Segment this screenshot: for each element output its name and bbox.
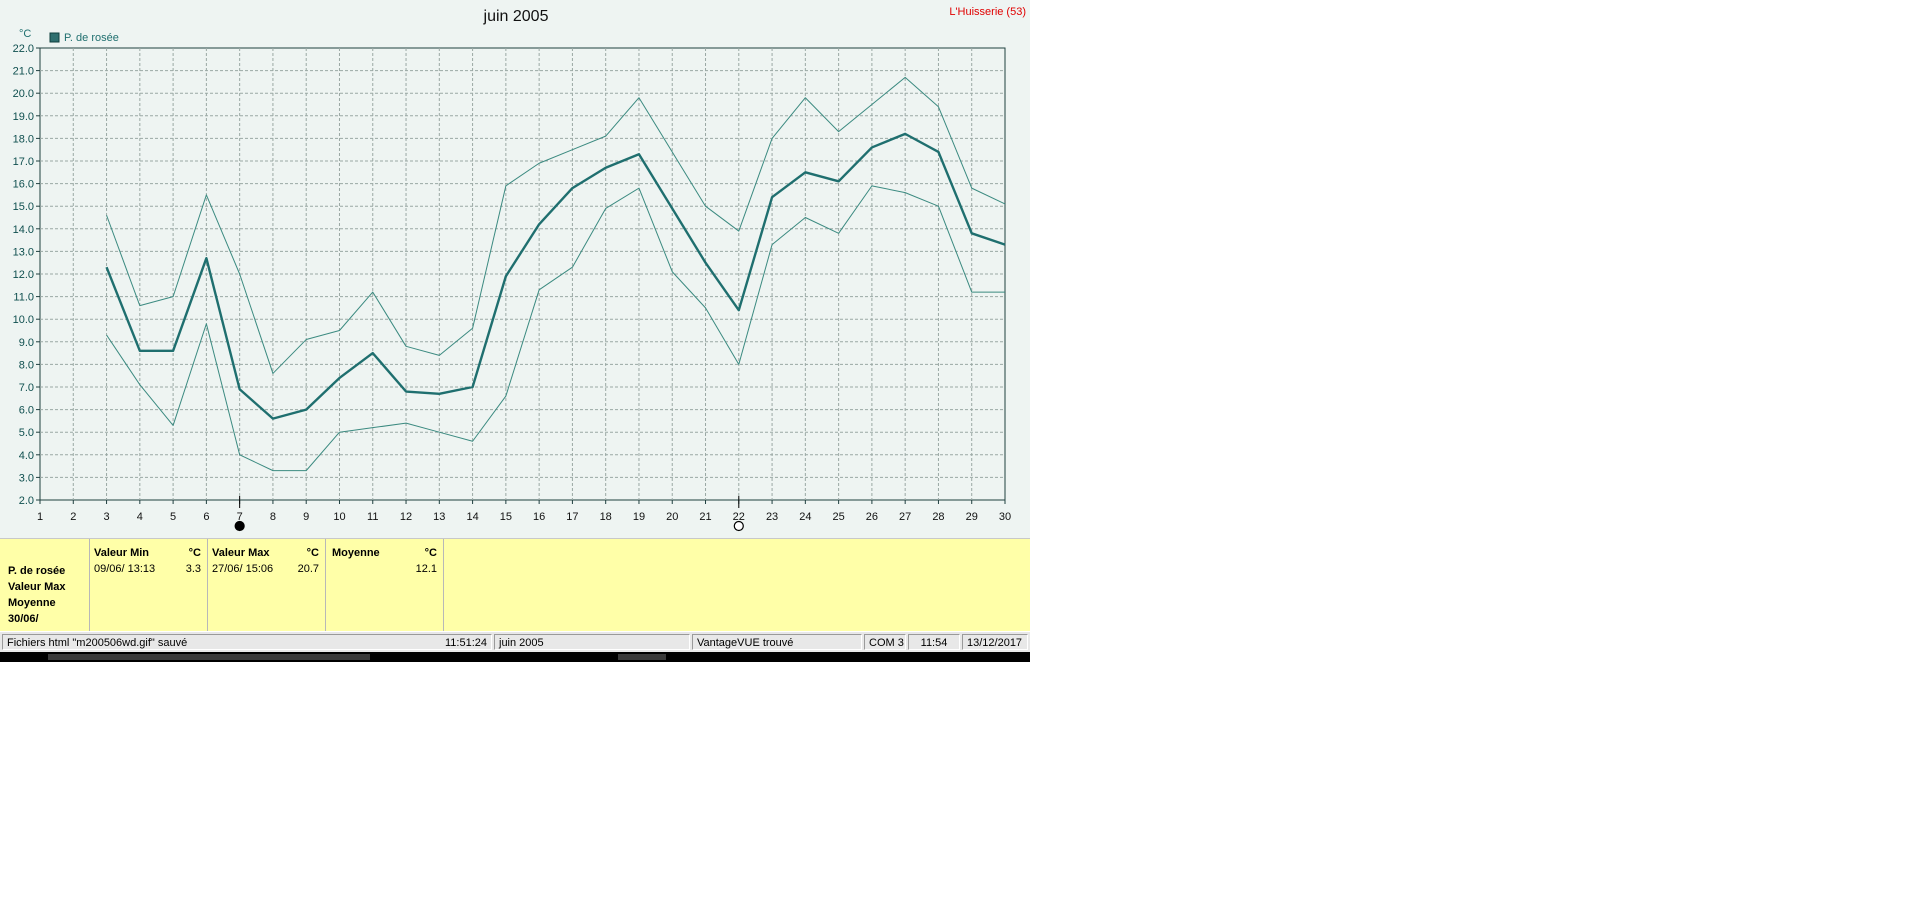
taskbar-button[interactable]	[618, 654, 666, 660]
status-bar: Fichiers html "m200506wd.gif" sauvé 11:5…	[0, 632, 1030, 652]
x-tick-label: 28	[932, 511, 944, 523]
x-tick-label: 15	[500, 511, 512, 523]
status-device: VantageVUE trouvé	[692, 634, 862, 650]
row-label-date: 30/06/	[8, 613, 39, 625]
x-tick-label: 25	[832, 511, 844, 523]
y-tick-label: 13.0	[13, 246, 34, 258]
x-tick-label: 10	[333, 511, 345, 523]
y-tick-label: 7.0	[19, 382, 34, 394]
x-tick-label: 24	[799, 511, 811, 523]
x-tick-label: 26	[866, 511, 878, 523]
min-value-box: Valeur Min °C 09/06/ 13:13 3.3	[90, 539, 208, 631]
y-tick-label: 20.0	[13, 88, 34, 100]
row-label-mean: Moyenne	[8, 597, 56, 609]
min-date: 09/06/ 13:13	[94, 563, 156, 575]
x-tick-label: 16	[533, 511, 545, 523]
x-tick-label: 11	[367, 511, 378, 523]
station-name: L'Huisserie (53)	[949, 6, 1026, 18]
max-header: Valeur Max	[212, 547, 270, 559]
chart-title: juin 2005	[483, 8, 549, 25]
max-unit: °C	[306, 547, 319, 559]
y-tick-label: 14.0	[13, 224, 34, 236]
taskbar-button[interactable]	[48, 654, 370, 660]
status-message: Fichiers html "m200506wd.gif" sauvé 11:5…	[2, 634, 492, 650]
x-tick-label: 1	[37, 511, 43, 523]
stats-panel: P. de rosée Valeur Max Moyenne 30/06/ Va…	[0, 538, 1030, 631]
x-tick-label: 3	[103, 511, 109, 523]
status-period: juin 2005	[494, 634, 690, 650]
y-tick-label: 3.0	[19, 472, 34, 484]
mean-value-box: Moyenne °C 12.1	[326, 539, 444, 631]
x-tick-label: 4	[137, 511, 143, 523]
x-tick-label: 21	[699, 511, 711, 523]
series-line-mean	[105, 132, 1006, 420]
stats-row-labels-box: P. de rosée Valeur Max Moyenne 30/06/	[0, 539, 90, 631]
y-tick-label: 17.0	[13, 156, 34, 168]
weather-app-window: juin 2005 L'Huisserie (53) °C P. de rosé…	[0, 0, 1030, 662]
x-tick-label: 20	[666, 511, 678, 523]
status-port: COM 3	[864, 634, 906, 650]
x-tick-label: 30	[999, 511, 1011, 523]
x-tick-label: 6	[203, 511, 209, 523]
status-date: 13/12/2017	[962, 634, 1028, 650]
y-axis-unit: °C	[19, 28, 31, 40]
chart-area: juin 2005 L'Huisserie (53) °C P. de rosé…	[0, 0, 1030, 538]
y-tick-label: 19.0	[13, 111, 34, 123]
y-tick-label: 8.0	[19, 359, 34, 371]
x-tick-label: 17	[566, 511, 578, 523]
x-tick-label: 2	[70, 511, 76, 523]
y-tick-label: 6.0	[19, 405, 34, 417]
legend-label[interactable]: P. de rosée	[64, 32, 119, 44]
mean-header: Moyenne	[332, 547, 380, 559]
x-tick-label: 14	[466, 511, 478, 523]
x-tick-label: 29	[966, 511, 978, 523]
y-tick-label: 18.0	[13, 133, 34, 145]
marker-open-circle-icon	[733, 520, 744, 532]
x-tick-label: 5	[170, 511, 176, 523]
y-tick-label: 12.0	[13, 269, 34, 281]
legend-swatch	[49, 32, 60, 43]
row-label-max: Valeur Max	[8, 581, 66, 593]
y-tick-label: 10.0	[13, 314, 34, 326]
y-tick-label: 16.0	[13, 179, 34, 191]
min-value: 3.3	[185, 563, 201, 575]
max-date: 27/06/ 15:06	[212, 563, 274, 575]
mean-value: 12.1	[415, 563, 437, 575]
y-tick-label: 9.0	[19, 337, 34, 349]
y-tick-label: 15.0	[13, 201, 34, 213]
status-saved-time: 11:51:24	[444, 637, 487, 649]
y-tick-label: 4.0	[19, 450, 34, 462]
y-tick-label: 5.0	[19, 427, 34, 439]
row-label-dew-point: P. de rosée	[8, 565, 66, 577]
min-unit: °C	[188, 547, 201, 559]
x-tick-label: 19	[633, 511, 645, 523]
y-tick-label: 21.0	[13, 66, 34, 78]
series-line-max	[106, 76, 1006, 374]
y-tick-label: 2.0	[19, 495, 34, 507]
y-tick-label: 11.0	[13, 292, 34, 304]
x-tick-label: 23	[766, 511, 778, 523]
x-tick-label: 8	[270, 511, 276, 523]
min-header: Valeur Min	[94, 547, 150, 559]
x-tick-label: 9	[303, 511, 309, 523]
mean-unit: °C	[424, 547, 437, 559]
status-clock: 11:54	[908, 634, 960, 650]
status-message-text: Fichiers html "m200506wd.gif" sauvé	[7, 637, 188, 649]
x-tick-label: 13	[433, 511, 445, 523]
taskbar-strip	[0, 652, 1030, 662]
x-tick-label: 27	[899, 511, 911, 523]
y-tick-label: 22.0	[13, 43, 34, 55]
dew-point-chart: juin 2005 L'Huisserie (53) °C P. de rosé…	[13, 6, 1026, 532]
marker-filled-circle-icon	[234, 520, 245, 532]
x-tick-label: 12	[400, 511, 412, 523]
x-tick-label: 18	[600, 511, 612, 523]
max-value-box: Valeur Max °C 27/06/ 15:06 20.7	[208, 539, 326, 631]
max-value: 20.7	[297, 563, 319, 575]
